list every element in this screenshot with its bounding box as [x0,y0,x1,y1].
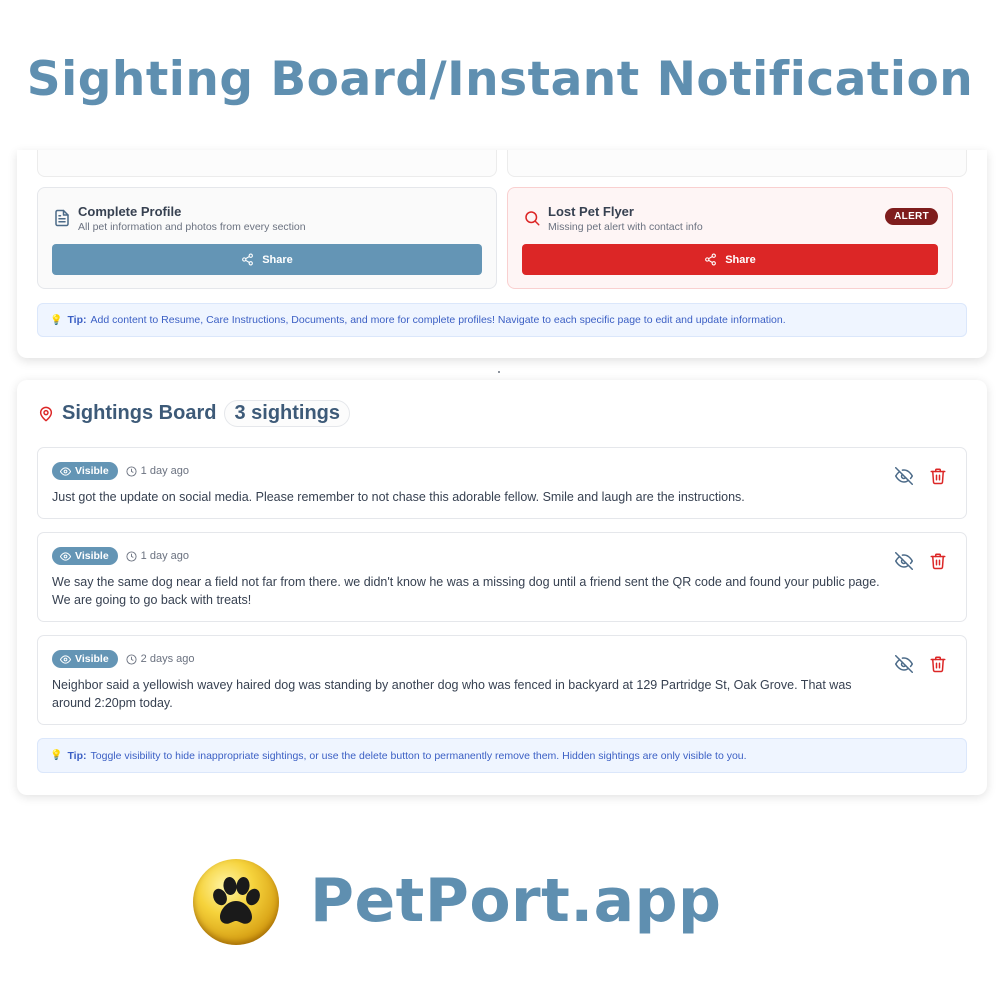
share-tip-text: Add content to Resume, Care Instructions… [90,314,786,326]
paw-icon [213,877,260,924]
sighting-time: 1 day ago [126,465,189,477]
complete-profile-card: Complete Profile All pet information and… [37,187,497,289]
share-flyer-label: Share [725,253,756,266]
eye-icon [60,466,71,476]
hide-sighting-icon[interactable] [895,467,913,485]
lost-pet-flyer-title: Lost Pet Flyer [548,204,634,219]
clock-icon [126,550,137,562]
previous-card-right [507,150,967,177]
sighting-item: Visible 1 day ago Just got the update on… [37,447,967,519]
complete-profile-title: Complete Profile [78,204,182,219]
delete-sighting-icon[interactable] [929,552,947,570]
sightings-tip: 💡 Tip: Toggle visibility to hide inappro… [37,738,967,773]
clock-icon [126,465,137,477]
lost-pet-flyer-subtitle: Missing pet alert with contact info [548,221,703,233]
sighting-time-label: 1 day ago [140,550,189,562]
share-section: Complete Profile All pet information and… [17,150,987,358]
board-title: Sightings Board [62,402,217,424]
visibility-badge[interactable]: Visible [52,650,118,668]
page-headline: Sighting Board/Instant Notification [26,52,974,107]
sighting-item: Visible 2 days ago Neighbor said a yello… [37,635,967,725]
share-icon [242,253,254,266]
delete-sighting-icon[interactable] [929,467,947,485]
sightings-tip-text: Toggle visibility to hide inappropriate … [90,749,747,762]
share-tip-label: Tip: [67,314,87,326]
share-flyer-button[interactable]: Share [522,244,938,275]
visibility-badge[interactable]: Visible [52,462,118,480]
complete-profile-subtitle: All pet information and photos from ever… [78,221,306,233]
hide-sighting-icon[interactable] [895,655,913,673]
sighting-time-label: 1 day ago [140,465,189,477]
sightings-count-badge: 3 sightings [224,400,351,427]
visibility-label: Visible [75,653,109,665]
sightings-tip-label: Tip: [67,749,87,762]
hide-sighting-icon[interactable] [895,552,913,570]
sighting-message: We say the same dog near a field not far… [52,575,880,607]
sightings-board: Sightings Board 3 sightings Visible 1 da… [17,380,987,795]
sighting-time: 1 day ago [126,550,189,562]
previous-card-left [37,150,497,177]
alert-badge: ALERT [885,208,938,225]
sighting-time-label: 2 days ago [140,653,195,665]
lost-pet-flyer-card: Lost Pet Flyer Missing pet alert with co… [507,187,953,289]
share-tip: 💡 Tip: Add content to Resume, Care Instr… [37,303,967,337]
board-header: Sightings Board 3 sightings [38,400,351,427]
lightbulb-icon: 💡 [50,750,63,761]
visibility-label: Visible [75,550,109,562]
visibility-label: Visible [75,465,109,477]
sighting-message: Just got the update on social media. Ple… [52,490,745,504]
delete-sighting-icon[interactable] [929,655,947,673]
brand-name: PetPort.app [310,866,722,936]
lightbulb-icon: 💡 [50,314,63,326]
petport-logo [193,859,279,945]
clock-icon [126,653,137,665]
visibility-badge[interactable]: Visible [52,547,118,565]
separator-dot [498,371,500,373]
sighting-message: Neighbor said a yellowish wavey haired d… [52,678,852,710]
eye-icon [60,654,71,664]
share-profile-button[interactable]: Share [52,244,482,275]
sighting-item: Visible 1 day ago We say the same dog ne… [37,532,967,622]
eye-icon [60,551,71,561]
map-pin-icon [39,406,53,421]
search-icon [525,211,540,226]
share-profile-label: Share [262,253,293,266]
share-icon [705,253,717,266]
document-icon [55,209,69,227]
sighting-time: 2 days ago [126,653,195,665]
